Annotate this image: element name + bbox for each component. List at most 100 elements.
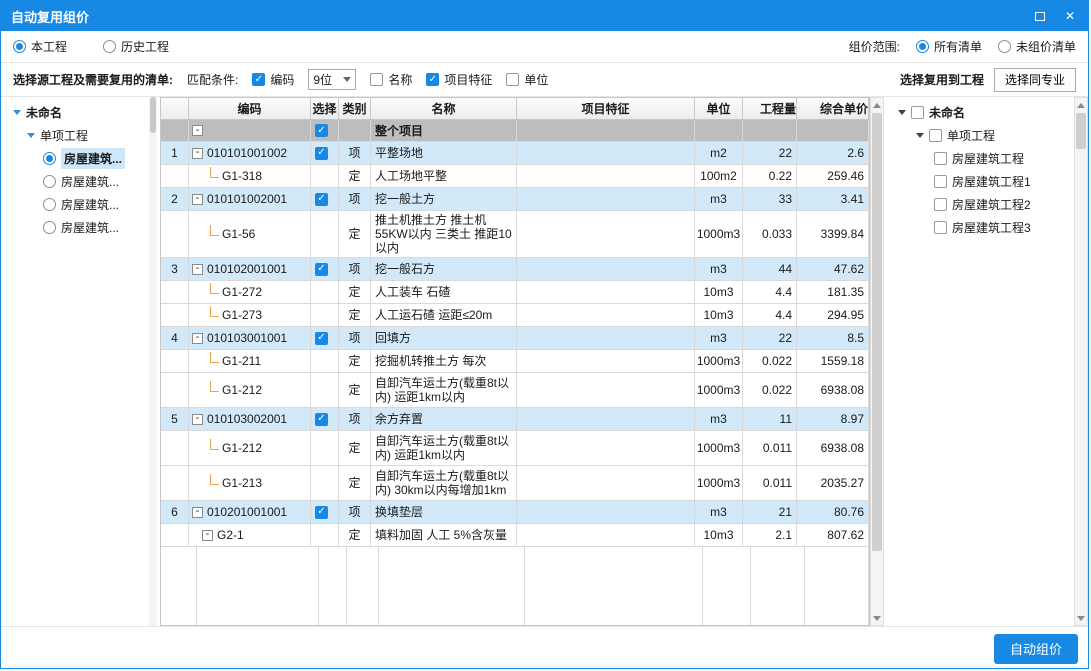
checkbox-icon[interactable] bbox=[934, 198, 947, 211]
target-project-item[interactable]: 房屋建筑工程1 bbox=[894, 170, 1074, 193]
collapse-icon[interactable] bbox=[192, 264, 203, 275]
table-row[interactable]: G1-213定自卸汽车运土方(载重8t以内) 30km以内每增加1km1000m… bbox=[161, 466, 869, 501]
column-header-category[interactable]: 类别 bbox=[339, 98, 371, 119]
column-header-feature[interactable]: 项目特征 bbox=[517, 98, 695, 119]
code-digits-select[interactable]: 9位 bbox=[308, 69, 356, 90]
scrollbar-thumb[interactable] bbox=[150, 97, 156, 133]
source-project-item[interactable]: 房屋建筑... bbox=[9, 193, 147, 216]
table-row[interactable]: CL170282…主黄土m329.768 bbox=[161, 547, 869, 625]
table-row[interactable]: 6010201001001项换填垫层m32180.76 bbox=[161, 501, 869, 524]
condition-code[interactable]: 编码 bbox=[252, 71, 294, 88]
radio-selected-icon bbox=[13, 40, 26, 53]
source-project-item[interactable]: 房屋建筑... bbox=[9, 170, 147, 193]
source-option-current[interactable]: 本工程 bbox=[13, 38, 67, 55]
price-cell bbox=[805, 547, 869, 625]
row-checkbox[interactable] bbox=[315, 413, 328, 426]
table-row[interactable]: G1-212定自卸汽车运土方(载重8t以内) 运距1km以内1000m30.02… bbox=[161, 373, 869, 408]
price-cell: 294.95 bbox=[797, 304, 869, 326]
same-specialty-button[interactable]: 选择同专业 bbox=[994, 68, 1076, 92]
category-cell: 定 bbox=[339, 373, 371, 407]
column-header-code[interactable]: 编码 bbox=[189, 98, 311, 119]
collapse-icon[interactable] bbox=[192, 194, 203, 205]
row-checkbox[interactable] bbox=[315, 332, 328, 345]
scroll-up-icon[interactable] bbox=[1075, 98, 1087, 112]
row-checkbox[interactable] bbox=[315, 263, 328, 276]
column-header-name[interactable]: 名称 bbox=[371, 98, 517, 119]
condition-feature[interactable]: 项目特征 bbox=[426, 71, 492, 88]
column-header-select[interactable]: 选择 bbox=[311, 98, 339, 119]
scrollbar-thumb[interactable] bbox=[1076, 113, 1086, 149]
list-table: 编码选择类别名称项目特征单位工程量综合单价 整个项目1010101001002项… bbox=[160, 97, 870, 626]
collapse-icon[interactable] bbox=[192, 148, 203, 159]
scrollbar-thumb[interactable] bbox=[872, 113, 882, 551]
checkbox-icon[interactable] bbox=[934, 152, 947, 165]
scope-option-all[interactable]: 所有清单 bbox=[916, 38, 982, 55]
tree-node-root[interactable]: 未命名 bbox=[894, 101, 1074, 124]
row-checkbox[interactable] bbox=[315, 147, 328, 160]
target-project-item[interactable]: 房屋建筑工程2 bbox=[894, 193, 1074, 216]
table-row[interactable]: G1-318定人工场地平整100m20.22259.46 bbox=[161, 165, 869, 188]
row-checkbox[interactable] bbox=[315, 193, 328, 206]
tree-node-project[interactable]: 单项工程 bbox=[894, 124, 1074, 147]
column-header-quantity[interactable]: 工程量 bbox=[743, 98, 797, 119]
table-scrollbar[interactable] bbox=[870, 97, 884, 626]
row-checkbox[interactable] bbox=[315, 506, 328, 519]
tree-expand-icon[interactable] bbox=[13, 110, 21, 115]
auto-price-button[interactable]: 自动组价 bbox=[994, 634, 1078, 664]
quantity-cell: 11 bbox=[743, 408, 797, 430]
table-row[interactable]: 2010101002001项挖一般土方m3333.41 bbox=[161, 188, 869, 211]
scope-option-unpriced[interactable]: 未组价清单 bbox=[998, 38, 1076, 55]
table-row[interactable]: 4010103001001项回填方m3228.5 bbox=[161, 327, 869, 350]
source-project-item[interactable]: 房屋建筑... bbox=[9, 216, 147, 239]
scroll-up-icon[interactable] bbox=[871, 98, 883, 112]
table-row[interactable]: G1-211定挖掘机转推土方 每次1000m30.0221559.18 bbox=[161, 350, 869, 373]
checkbox-icon[interactable] bbox=[929, 129, 942, 142]
left-tree-scrollbar[interactable] bbox=[149, 97, 157, 626]
tree-expand-icon[interactable] bbox=[898, 110, 906, 115]
tree-node-project[interactable]: 单项工程 bbox=[9, 124, 147, 147]
collapse-icon[interactable] bbox=[192, 333, 203, 344]
close-icon[interactable]: ✕ bbox=[1062, 8, 1078, 24]
table-row[interactable]: 3010102001001项挖一般石方m34447.62 bbox=[161, 258, 869, 281]
table-row[interactable]: G1-272定人工装车 石碴10m34.4181.35 bbox=[161, 281, 869, 304]
table-row[interactable]: G1-212定自卸汽车运土方(载重8t以内) 运距1km以内1000m30.01… bbox=[161, 431, 869, 466]
tree-connector bbox=[210, 381, 219, 392]
row-checkbox[interactable] bbox=[315, 124, 328, 137]
column-header-unit[interactable]: 单位 bbox=[695, 98, 743, 119]
table-row[interactable]: 1010101001002项平整场地m2222.6 bbox=[161, 142, 869, 165]
tree-expand-icon[interactable] bbox=[27, 133, 35, 138]
target-project-item[interactable]: 房屋建筑工程 bbox=[894, 147, 1074, 170]
table-row[interactable]: 5010103002001项余方弃置m3118.97 bbox=[161, 408, 869, 431]
tree-expand-icon[interactable] bbox=[916, 133, 924, 138]
scope-option-label: 所有清单 bbox=[934, 38, 982, 55]
scroll-down-icon[interactable] bbox=[1075, 611, 1087, 625]
collapse-icon[interactable] bbox=[192, 507, 203, 518]
collapse-icon[interactable] bbox=[192, 125, 203, 136]
condition-label: 项目特征 bbox=[444, 71, 492, 88]
source-option-history[interactable]: 历史工程 bbox=[103, 38, 169, 55]
checkbox-icon[interactable] bbox=[934, 175, 947, 188]
name-cell: 人工装车 石碴 bbox=[371, 281, 517, 303]
scroll-down-icon[interactable] bbox=[871, 611, 883, 625]
collapse-icon[interactable] bbox=[202, 530, 213, 541]
restore-icon[interactable] bbox=[1032, 8, 1048, 24]
collapse-icon[interactable] bbox=[192, 414, 203, 425]
checkbox-icon[interactable] bbox=[911, 106, 924, 119]
select-cell bbox=[311, 211, 339, 257]
tree-node-root[interactable]: 未命名 bbox=[9, 101, 147, 124]
column-header-unit-price[interactable]: 综合单价 bbox=[797, 98, 869, 119]
right-panel-scrollbar[interactable] bbox=[1074, 97, 1088, 626]
table-row[interactable]: G1-273定人工运石碴 运距≤20m10m34.4294.95 bbox=[161, 304, 869, 327]
select-cell bbox=[311, 373, 339, 407]
checkbox-icon[interactable] bbox=[934, 221, 947, 234]
footer-bar: 自动组价 bbox=[1, 626, 1088, 670]
tree-connector bbox=[210, 167, 219, 178]
condition-unit[interactable]: 单位 bbox=[506, 71, 548, 88]
source-project-item[interactable]: 房屋建筑... bbox=[9, 147, 147, 170]
table-row[interactable]: G2-1定填料加固 人工 5%含灰量10m32.1807.62 bbox=[161, 524, 869, 547]
table-row[interactable]: 整个项目 bbox=[161, 120, 869, 142]
table-row[interactable]: G1-56定推土机推土方 推土机55KW以内 三类土 推距10以内1000m30… bbox=[161, 211, 869, 258]
target-project-item[interactable]: 房屋建筑工程3 bbox=[894, 216, 1074, 239]
select-cell bbox=[311, 188, 339, 210]
condition-name[interactable]: 名称 bbox=[370, 71, 412, 88]
